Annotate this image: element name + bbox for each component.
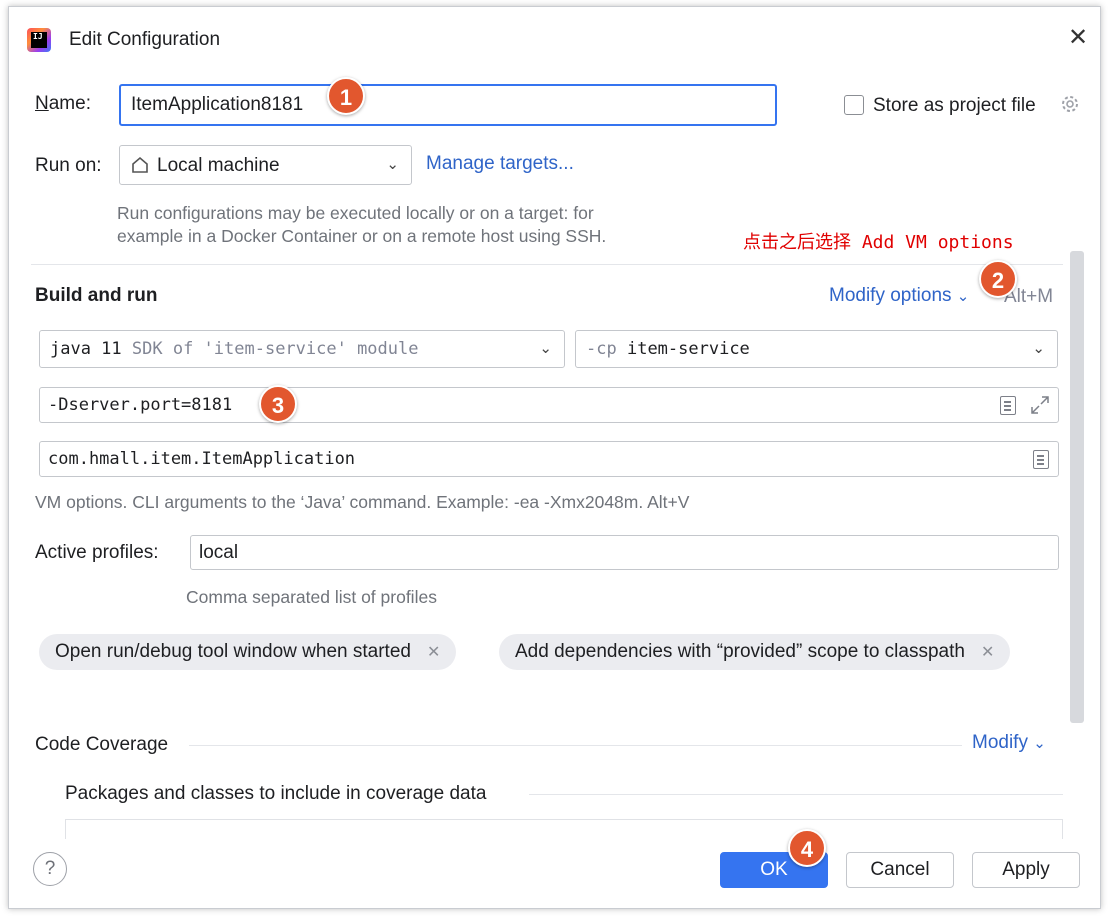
apply-button[interactable]: Apply — [972, 852, 1080, 888]
intellij-logo-icon: IJ — [27, 28, 51, 52]
vm-options-hint: VM options. CLI arguments to the ‘Java’ … — [35, 492, 690, 512]
dialog-title: Edit Configuration — [69, 29, 221, 50]
active-profiles-value: local — [199, 541, 239, 563]
chevron-down-icon: ⌄ — [1032, 340, 1045, 358]
vm-options-input[interactable]: -Dserver.port=8181 — [39, 387, 1059, 423]
code-coverage-title: Code Coverage — [35, 734, 169, 755]
annotation-note: 点击之后选择 Add VM options — [743, 232, 1014, 253]
modify-options-link[interactable]: Modify options ⌄ — [829, 285, 969, 307]
active-profiles-hint: Comma separated list of profiles — [186, 587, 437, 607]
gear-icon[interactable] — [1058, 92, 1082, 116]
run-on-hint-line2: example in a Docker Container or on a re… — [117, 226, 607, 246]
chevron-down-icon: ⌄ — [956, 288, 970, 305]
home-icon — [130, 154, 150, 176]
annotation-badge-3: 3 — [259, 385, 297, 423]
chip-open-tool-window[interactable]: Open run/debug tool window when started ✕ — [39, 634, 457, 670]
close-icon[interactable]: ✕ — [1065, 25, 1091, 51]
divider — [189, 745, 962, 746]
chip-label: Add dependencies with “provided” scope t… — [515, 641, 965, 662]
document-icon[interactable] — [1000, 396, 1016, 415]
name-label-mnemonic: N — [35, 93, 49, 114]
active-profiles-label: Active profiles: — [35, 542, 159, 563]
name-label-rest: ame: — [48, 93, 91, 114]
modify-options-label: Modify options — [829, 285, 952, 306]
sdk-detail: SDK of 'item-service' module — [131, 339, 419, 359]
close-icon[interactable]: ✕ — [981, 644, 994, 661]
divider — [31, 264, 1063, 265]
name-label: Name: — [35, 93, 91, 115]
packages-list[interactable] — [65, 819, 1063, 839]
name-input[interactable]: ItemApplication8181 — [119, 84, 777, 126]
run-on-label: Run on: — [35, 155, 102, 176]
store-as-project-file-label: Store as project file — [873, 95, 1036, 116]
sdk-dropdown[interactable]: java 11 SDK of 'item-service' module ⌄ — [39, 330, 565, 368]
chevron-down-icon: ⌄ — [386, 156, 399, 174]
sdk-main: java 11 — [50, 339, 122, 359]
chip-provided-scope[interactable]: Add dependencies with “provided” scope t… — [499, 634, 1011, 670]
annotation-badge-4: 4 — [788, 829, 826, 867]
close-icon[interactable]: ✕ — [427, 644, 440, 661]
divider — [529, 794, 1063, 795]
logo-text: IJ — [31, 32, 47, 48]
annotation-badge-1: 1 — [327, 77, 365, 115]
chevron-down-icon: ⌄ — [539, 340, 552, 358]
coverage-modify-link[interactable]: Modify ⌄ — [972, 732, 1046, 754]
active-profiles-input[interactable]: local — [190, 535, 1059, 570]
document-icon[interactable] — [1033, 450, 1049, 469]
scrollbar[interactable] — [1070, 251, 1084, 723]
help-button[interactable]: ? — [33, 852, 67, 886]
build-and-run-title: Build and run — [35, 285, 158, 306]
expand-icon[interactable] — [1029, 394, 1051, 416]
cp-value: item-service — [626, 339, 750, 359]
run-on-selected: Local machine — [157, 155, 280, 176]
run-on-hint-line1: Run configurations may be executed local… — [117, 203, 594, 223]
chip-label: Open run/debug tool window when started — [55, 641, 411, 662]
name-input-value: ItemApplication8181 — [131, 94, 304, 115]
classpath-dropdown[interactable]: -cp item-service ⌄ — [575, 330, 1058, 368]
packages-title: Packages and classes to include in cover… — [65, 783, 487, 804]
main-class-input[interactable]: com.hmall.item.ItemApplication — [39, 441, 1059, 477]
vm-options-value: -Dserver.port=8181 — [48, 395, 233, 415]
classpath-value: -cp item-service — [586, 339, 750, 359]
edit-configuration-dialog: IJ Edit Configuration ✕ Name: ItemApplic… — [8, 6, 1101, 909]
main-class-value: com.hmall.item.ItemApplication — [48, 449, 356, 469]
coverage-modify-label: Modify — [972, 732, 1028, 753]
cancel-button[interactable]: Cancel — [846, 852, 954, 888]
sdk-value: java 11 SDK of 'item-service' module — [50, 339, 418, 359]
run-on-dropdown[interactable]: Local machine ⌄ — [119, 145, 412, 185]
store-as-project-file-checkbox[interactable] — [844, 95, 864, 115]
cp-flag: -cp — [586, 339, 617, 359]
manage-targets-link[interactable]: Manage targets... — [426, 153, 574, 175]
annotation-badge-2: 2 — [979, 260, 1017, 298]
chevron-down-icon: ⌄ — [1033, 735, 1046, 752]
